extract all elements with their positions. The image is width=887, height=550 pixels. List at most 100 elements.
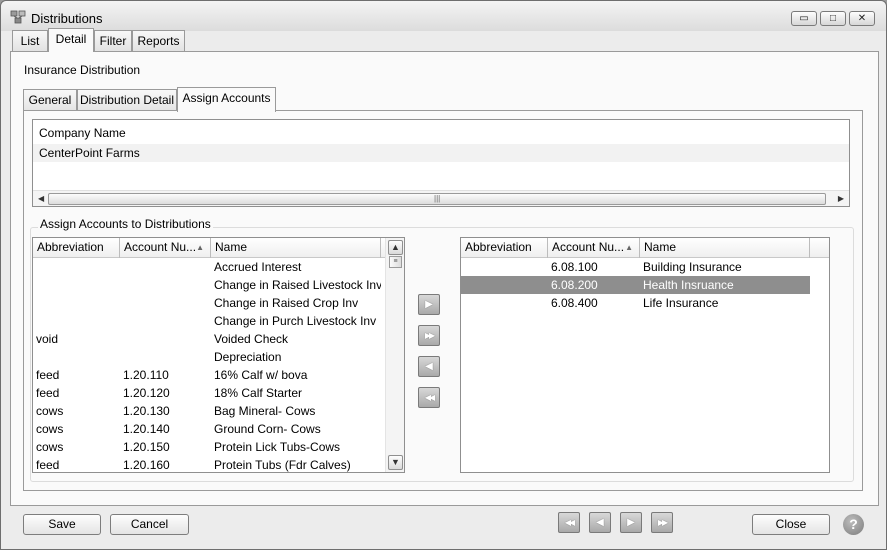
add-all-button[interactable]: ▶▶ (418, 325, 440, 346)
scroll-left-icon[interactable]: ◀ (38, 194, 44, 203)
maximize-button[interactable]: □ (820, 11, 846, 26)
cell-name: Voided Check (214, 332, 289, 346)
section-title: Insurance Distribution (24, 63, 141, 77)
cell-account-number: 1.20.150 (123, 440, 170, 454)
distributions-window: Distributions ▭ □ ✕ List Detail Filter R… (0, 0, 887, 550)
company-row[interactable]: CenterPoint Farms (33, 144, 849, 162)
cell-account-number: 1.20.140 (123, 422, 170, 436)
table-row[interactable]: feed 1.20.120 18% Calf Starter (33, 384, 404, 402)
cell-abbreviation: cows (36, 422, 64, 436)
table-row[interactable]: cows 1.20.130 Bag Mineral- Cows (33, 402, 404, 420)
cell-abbreviation (33, 294, 120, 312)
vertical-scrollbar[interactable]: ▲ ≡ ▼ (385, 238, 404, 472)
cell-account-number: 6.08.100 (551, 260, 598, 274)
window-title: Distributions (31, 11, 103, 26)
cell-name: Bag Mineral- Cows (214, 404, 316, 418)
tab-general[interactable]: General (23, 89, 77, 111)
cell-abbreviation: cows (36, 440, 64, 454)
detail-panel: Insurance Distribution General Distribut… (10, 51, 879, 506)
cell-account-number (120, 348, 211, 366)
assign-group-title: Assign Accounts to Distributions (38, 217, 213, 231)
company-name-header[interactable]: Company Name (33, 120, 849, 144)
grip-icon: ||| (434, 194, 441, 203)
cell-account-number: 1.20.110 (123, 368, 169, 382)
table-row[interactable]: 6.08.100 Building Insurance (461, 258, 829, 276)
grid-header: Abbreviation Account Nu... ▲ Name (461, 238, 829, 258)
remove-selected-button[interactable]: ◀ (418, 356, 440, 377)
assigned-accounts-grid: Abbreviation Account Nu... ▲ Name 6.08.1… (460, 237, 830, 473)
cell-account-number (120, 294, 211, 312)
close-button[interactable]: Close (752, 514, 830, 535)
cell-account-number (120, 276, 211, 294)
col-abbreviation[interactable]: Abbreviation (33, 238, 120, 258)
cell-name: Change in Purch Livestock Inv (214, 314, 377, 328)
cell-name: 18% Calf Starter (214, 386, 303, 400)
tab-detail[interactable]: Detail (48, 28, 94, 52)
cell-abbreviation (33, 276, 120, 294)
table-row[interactable]: Change in Purch Livestock Inv (33, 312, 404, 330)
cell-name: Protein Lick Tubs-Cows (214, 440, 341, 454)
tab-list[interactable]: List (12, 30, 48, 51)
col-account-number-label: Account Nu... (552, 240, 625, 254)
table-row[interactable]: 6.08.400 Life Insurance (461, 294, 829, 312)
col-account-number-label: Account Nu... (124, 240, 197, 254)
cell-abbreviation (33, 348, 120, 366)
scroll-thumb[interactable]: ≡ (389, 256, 402, 268)
cell-name: Ground Corn- Cows (214, 422, 321, 436)
save-button[interactable]: Save (23, 514, 101, 535)
scroll-up-icon[interactable]: ▲ (388, 240, 403, 255)
close-window-button[interactable]: ✕ (849, 11, 875, 26)
table-row[interactable]: Change in Raised Crop Inv (33, 294, 404, 312)
col-name[interactable]: Name (211, 238, 381, 258)
scroll-right-icon[interactable]: ▶ (838, 194, 844, 203)
tab-filter[interactable]: Filter (94, 30, 132, 51)
previous-record-button[interactable]: ◀ (589, 512, 611, 533)
cell-account-number: 1.20.120 (123, 386, 170, 400)
col-account-number[interactable]: Account Nu... ▲ (120, 238, 211, 258)
tab-reports[interactable]: Reports (132, 30, 185, 51)
cell-name: Change in Raised Crop Inv (214, 296, 359, 310)
col-abbreviation[interactable]: Abbreviation (461, 238, 548, 258)
table-row[interactable]: Depreciation (33, 348, 404, 366)
col-account-number[interactable]: Account Nu... ▲ (548, 238, 640, 258)
last-record-button[interactable]: ▶▶ (651, 512, 673, 533)
cell-name: Change in Raised Livestock Inv (214, 278, 381, 292)
table-row[interactable]: feed 1.20.160 Protein Tubs (Fdr Calves) (33, 456, 404, 472)
remove-all-button[interactable]: ◀◀ (418, 387, 440, 408)
scroll-thumb[interactable]: ||| (48, 193, 826, 205)
cell-abbreviation (461, 276, 548, 294)
col-name[interactable]: Name (640, 238, 810, 258)
cell-account-number (120, 330, 211, 348)
table-row[interactable]: void Voided Check (33, 330, 404, 348)
minimize-button[interactable]: ▭ (791, 11, 817, 26)
cancel-button[interactable]: Cancel (110, 514, 189, 535)
tab-distribution-detail[interactable]: Distribution Detail (77, 89, 177, 111)
grid-header: Abbreviation Account Nu... ▲ Name (33, 238, 404, 258)
cell-name: Accrued Interest (214, 260, 302, 274)
sort-ascending-icon: ▲ (196, 243, 204, 252)
table-row[interactable]: Change in Raised Livestock Inv (33, 276, 404, 294)
tab-assign-accounts[interactable]: Assign Accounts (177, 87, 276, 112)
scroll-down-icon[interactable]: ▼ (388, 455, 403, 470)
app-icon (10, 10, 26, 24)
next-record-button[interactable]: ▶ (620, 512, 642, 533)
cell-abbreviation: void (36, 332, 59, 346)
horizontal-scrollbar[interactable]: ◀ ||| ▶ (33, 190, 849, 206)
cell-account-number: 1.20.160 (123, 458, 170, 472)
table-row[interactable]: Accrued Interest (33, 258, 404, 276)
first-record-button[interactable]: ◀◀ (558, 512, 580, 533)
help-icon[interactable]: ? (843, 514, 864, 535)
add-selected-button[interactable]: ▶ (418, 294, 440, 315)
table-row[interactable]: 6.08.200 Health Insruance (461, 276, 810, 294)
available-accounts-grid: Abbreviation Account Nu... ▲ Name Accrue… (32, 237, 405, 473)
title-bar: Distributions ▭ □ ✕ (1, 1, 886, 31)
cell-abbreviation: feed (36, 386, 60, 400)
cell-abbreviation: feed (36, 458, 60, 472)
company-grid: Company Name CenterPoint Farms ◀ ||| ▶ (32, 119, 850, 207)
assign-accounts-panel: Company Name CenterPoint Farms ◀ ||| ▶ A… (23, 110, 863, 491)
cell-account-number: 6.08.200 (551, 278, 598, 292)
table-row[interactable]: cows 1.20.150 Protein Lick Tubs-Cows (33, 438, 404, 456)
cell-name: Depreciation (214, 350, 282, 364)
table-row[interactable]: feed 1.20.110 16% Calf w/ bova (33, 366, 404, 384)
table-row[interactable]: cows 1.20.140 Ground Corn- Cows (33, 420, 404, 438)
